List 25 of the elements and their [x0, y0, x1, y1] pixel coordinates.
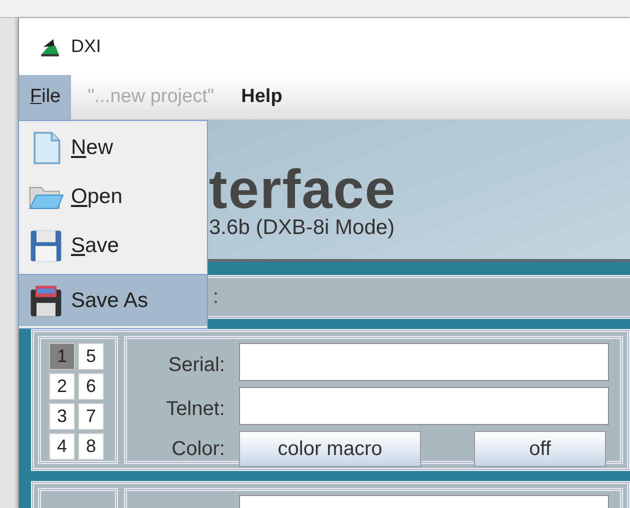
- row-label: :: [213, 285, 219, 310]
- channel-button[interactable]: 6: [78, 373, 104, 400]
- channel-button[interactable]: 5: [78, 343, 104, 370]
- menu-item[interactable]: Help: [230, 75, 292, 120]
- menu-item[interactable]: Save: [19, 221, 207, 270]
- field-label: Telnet:: [165, 397, 226, 422]
- input-field[interactable]: [239, 343, 609, 381]
- window-title: DXI: [71, 35, 102, 58]
- color-button[interactable]: off: [474, 431, 606, 467]
- menu-item[interactable]: Save As: [19, 274, 207, 326]
- field-label: Serial:: [167, 353, 226, 378]
- channel-button[interactable]: 2: [49, 373, 75, 400]
- channel-button[interactable]: 3: [49, 403, 75, 430]
- version-text: 3.6b (DXB-8i Mode): [209, 216, 396, 240]
- field-label: Color:: [170, 437, 226, 462]
- channel-button[interactable]: 7: [78, 403, 104, 430]
- color-button[interactable]: color macro: [239, 431, 421, 467]
- channel-button[interactable]: 1: [49, 343, 75, 370]
- menu-item[interactable]: File: [19, 75, 71, 120]
- channel-button[interactable]: 4: [49, 433, 75, 460]
- channel-button[interactable]: 8: [78, 433, 104, 460]
- input-field[interactable]: [239, 387, 609, 425]
- banner-title: terface: [209, 164, 396, 214]
- menu-item[interactable]: Open: [19, 172, 207, 221]
- menu-item[interactable]: New: [19, 123, 207, 172]
